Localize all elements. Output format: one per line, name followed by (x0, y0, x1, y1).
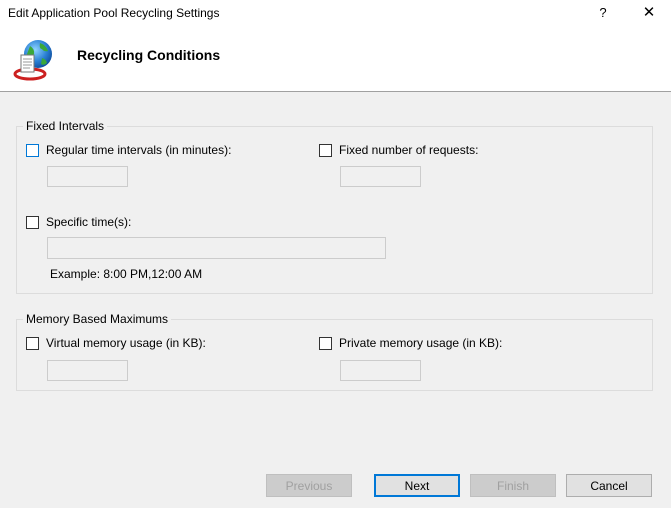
regular-time-intervals-checkbox[interactable] (26, 143, 39, 157)
private-memory-checkbox-row[interactable]: Private memory usage (in KB): (319, 335, 502, 351)
memory-maximums-legend: Memory Based Maximums (23, 312, 172, 326)
fixed-number-requests-checkbox[interactable] (319, 143, 332, 157)
page-title: Recycling Conditions (77, 47, 221, 63)
private-memory-input[interactable] (340, 360, 421, 381)
dialog-window: Edit Application Pool Recycling Settings… (0, 0, 671, 508)
specific-times-label: Specific time(s): (46, 215, 132, 229)
virtual-memory-checkbox-row[interactable]: Virtual memory usage (in KB): (26, 335, 206, 351)
title-bar: Edit Application Pool Recycling Settings… (0, 0, 671, 28)
specific-times-example: Example: 8:00 PM,12:00 AM (50, 267, 203, 281)
previous-button[interactable]: Previous (266, 474, 352, 497)
virtual-memory-label: Virtual memory usage (in KB): (46, 336, 206, 350)
virtual-memory-input[interactable] (47, 360, 128, 381)
fixed-intervals-legend: Fixed Intervals (23, 119, 108, 133)
regular-time-intervals-checkbox-row[interactable]: Regular time intervals (in minutes): (26, 142, 231, 158)
fixed-number-requests-label: Fixed number of requests: (339, 143, 479, 157)
specific-times-input[interactable] (47, 237, 386, 259)
next-button[interactable]: Next (374, 474, 460, 497)
wizard-header: Recycling Conditions (0, 28, 671, 92)
private-memory-checkbox[interactable] (319, 336, 332, 350)
close-button[interactable]: ✕ (634, 2, 664, 24)
regular-time-intervals-input[interactable] (47, 166, 128, 187)
regular-time-intervals-label: Regular time intervals (in minutes): (46, 143, 232, 157)
private-memory-label: Private memory usage (in KB): (339, 336, 503, 350)
fixed-number-requests-checkbox-row[interactable]: Fixed number of requests: (319, 142, 478, 158)
recycling-globe-icon (13, 40, 52, 81)
fixed-number-requests-input[interactable] (340, 166, 421, 187)
specific-times-checkbox-row[interactable]: Specific time(s): (26, 214, 131, 230)
help-button[interactable]: ? (590, 2, 616, 24)
specific-times-checkbox[interactable] (26, 215, 39, 229)
cancel-button[interactable]: Cancel (566, 474, 652, 497)
virtual-memory-checkbox[interactable] (26, 336, 39, 350)
window-title: Edit Application Pool Recycling Settings (8, 6, 220, 20)
finish-button[interactable]: Finish (470, 474, 556, 497)
